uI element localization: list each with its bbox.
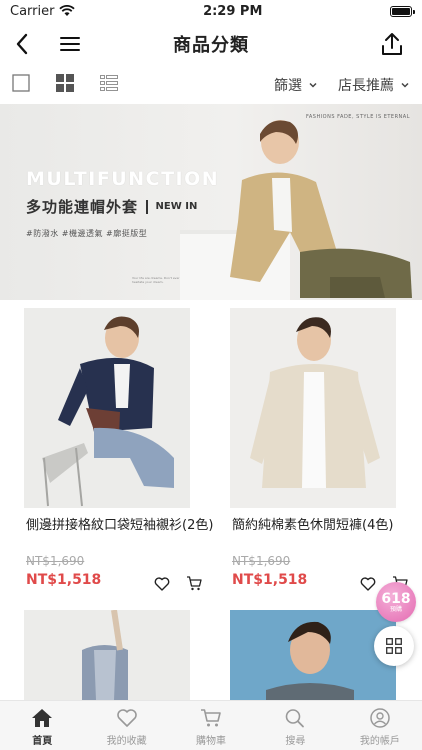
product-card[interactable]: 簡約純棉素色休閒短褲(4色) NT$1,690 NT$1,518 (218, 308, 413, 598)
product-card[interactable]: 側邊拼接格紋口袋短袖襯衫(2色) NT$1,690 NT$1,518 (12, 308, 213, 598)
menu-button[interactable] (56, 30, 84, 58)
original-price: NT$1,690 (232, 554, 291, 568)
clock: 2:29 PM (203, 3, 263, 19)
share-button[interactable] (378, 30, 406, 58)
carrier-info: Carrier (10, 3, 76, 19)
search-icon (286, 709, 305, 728)
sort-label: 店長推薦 (338, 78, 394, 94)
promo-618-badge[interactable]: 618 預購 (376, 582, 416, 622)
grid-view-toggle[interactable] (56, 74, 74, 96)
banner-slogan: FASHIONS FADE, STYLE IS ETERNAL (305, 114, 410, 120)
tab-home[interactable]: 首頁 (0, 701, 84, 750)
original-price: NT$1,690 (26, 554, 85, 568)
chevron-down-icon (309, 82, 317, 88)
navigation-bar: 商品分類 (0, 24, 422, 64)
sort-dropdown[interactable]: 店長推薦 (338, 75, 410, 95)
tab-search[interactable]: 搜尋 (253, 701, 337, 750)
hamburger-icon (60, 37, 80, 51)
banner-small-copy: Your life are dreams. Don't ever hesitat… (132, 276, 180, 284)
grid-menu-icon (386, 638, 402, 654)
filter-label: 篩選 (274, 78, 302, 94)
banner-subtitle: 多功能連帽外套 NEW IN (26, 196, 197, 217)
share-icon (382, 33, 402, 55)
product-card[interactable] (12, 610, 207, 700)
favorite-heart-icon[interactable] (154, 576, 170, 591)
product-name: 側邊拼接格紋口袋短袖襯衫(2色) (26, 518, 214, 533)
banner-headline: MULTIFUNCTION (26, 168, 220, 190)
home-icon (32, 709, 53, 727)
chevron-down-icon (401, 82, 409, 88)
list-view-toggle[interactable] (100, 75, 118, 95)
category-grid-button[interactable] (374, 626, 414, 666)
wifi-icon (59, 5, 76, 16)
add-to-cart-icon[interactable] (186, 576, 202, 591)
banner-model-image (180, 120, 412, 300)
promo-banner[interactable]: FASHIONS FADE, STYLE IS ETERNAL MULTIFUN… (0, 104, 422, 300)
chevron-left-icon (16, 33, 28, 55)
grid-icon (56, 74, 74, 92)
status-bar: Carrier 2:29 PM (0, 0, 422, 22)
page-title: 商品分類 (173, 35, 249, 56)
badge-number: 618 (381, 590, 411, 607)
tab-label: 購物車 (196, 736, 227, 747)
square-icon (12, 74, 30, 92)
back-button[interactable] (8, 30, 36, 58)
product-image (24, 610, 190, 700)
tab-label: 我的帳戶 (359, 736, 400, 747)
filter-dropdown[interactable]: 篩選 (274, 75, 318, 95)
list-icon (100, 75, 118, 91)
product-image (230, 308, 396, 508)
tab-label: 搜尋 (285, 736, 306, 747)
badge-label: 預購 (389, 605, 402, 613)
tab-label: 首頁 (32, 736, 53, 747)
sale-price: NT$1,518 (232, 572, 308, 588)
tab-account[interactable]: 我的帳戶 (338, 701, 422, 750)
new-in-label: NEW IN (155, 201, 198, 212)
tab-cart[interactable]: 購物車 (169, 701, 253, 750)
account-icon (370, 708, 390, 728)
banner-title: 多功能連帽外套 (26, 198, 139, 216)
bottom-tab-bar: 首頁 我的收藏 購物車 搜尋 我的帳戶 (0, 700, 422, 750)
divider (146, 199, 148, 214)
sale-price: NT$1,518 (26, 572, 102, 588)
tab-label: 我的收藏 (106, 736, 147, 747)
banner-tags: #防潑水 #機邊透氣 #廓挺版型 (26, 229, 148, 238)
battery-icon (389, 5, 415, 17)
carrier-label: Carrier (10, 3, 55, 19)
view-toolbar: 篩選 店長推薦 (0, 70, 422, 100)
product-image (24, 308, 190, 508)
single-view-toggle[interactable] (12, 74, 30, 96)
tab-favorites[interactable]: 我的收藏 (84, 701, 168, 750)
heart-icon (116, 709, 137, 727)
cart-icon (201, 709, 221, 727)
favorite-heart-icon[interactable] (360, 576, 376, 591)
product-image (230, 610, 396, 700)
product-name: 簡約純棉素色休閒短褲(4色) (232, 518, 394, 533)
